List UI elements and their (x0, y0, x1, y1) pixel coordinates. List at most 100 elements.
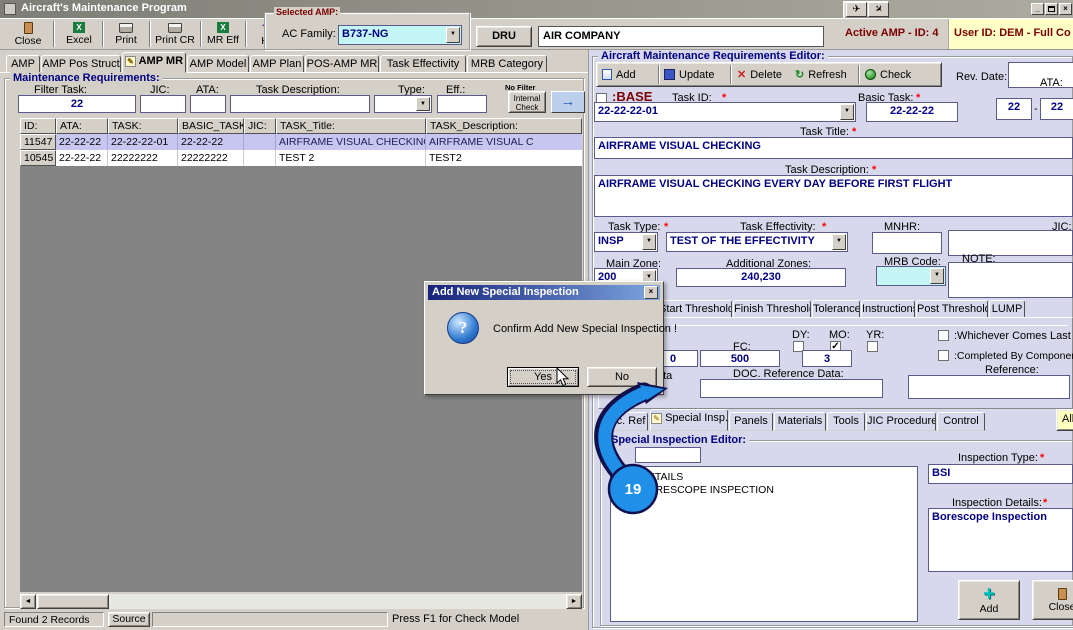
app-window: Aircraft's Maintenance Program ✈ ✈ _ × C… (0, 0, 1073, 630)
special-add-button[interactable]: + Add (958, 580, 1020, 620)
col-header-task-title[interactable]: TASK_Title: (276, 118, 426, 134)
tab-post-threshold[interactable]: Post Threshold (916, 300, 988, 318)
task-desc-field[interactable]: AIRFRAME VISUAL CHECKING EVERY DAY BEFOR… (594, 175, 1073, 217)
yr-checkbox[interactable] (867, 341, 878, 352)
doc-ref-field[interactable] (700, 379, 883, 398)
col-header-task[interactable]: TASK: (108, 118, 178, 134)
tab-amp[interactable]: AMP (6, 55, 40, 73)
excel-button[interactable]: X Excel (57, 20, 101, 48)
col-header-ata[interactable]: ATA: (56, 118, 108, 134)
tab-label: Control (943, 415, 979, 427)
dialog-title-bar[interactable]: Add New Special Inspection (428, 285, 660, 300)
whichever-checkbox[interactable] (938, 330, 949, 341)
tab-instructions[interactable]: Instructions (861, 300, 915, 318)
filter-jic-input[interactable] (140, 95, 186, 113)
minimize-button[interactable]: _ (1031, 3, 1044, 15)
tab-finish-threshold[interactable]: Finish Threshold (733, 300, 811, 318)
editor-refresh-button[interactable]: ↻ Refresh (795, 66, 857, 83)
editor-delete-button[interactable]: ✕ Delete (737, 66, 795, 83)
completed-checkbox[interactable] (938, 350, 949, 361)
filter-ata-input[interactable] (190, 95, 226, 113)
fc-field[interactable]: 500 (700, 350, 780, 367)
tab-tolerance[interactable]: Tolerance (812, 300, 860, 318)
inspection-type-field[interactable]: BSI (928, 464, 1073, 484)
tab-control[interactable]: Control (937, 412, 985, 431)
col-header-basic-task[interactable]: BASIC_TASK: (178, 118, 244, 134)
editor-update-button[interactable]: Update (664, 66, 726, 83)
filter-task-input[interactable]: 22 (18, 95, 136, 113)
mr-eff-button[interactable]: X MR Eff (203, 20, 243, 48)
toolbar-separator (53, 21, 55, 47)
excel-icon: X (73, 22, 85, 33)
tab-panels[interactable]: Panels (729, 412, 773, 431)
tab-materials[interactable]: Materials (774, 412, 826, 431)
mnhr-field[interactable] (872, 232, 942, 254)
tab-tools[interactable]: Tools (827, 412, 865, 431)
filter-type-combo[interactable]: ▼ (374, 95, 432, 113)
add-zones-field[interactable]: 240,230 (676, 268, 846, 287)
all-button[interactable]: All (1056, 409, 1073, 431)
close-window-button[interactable]: × (1059, 3, 1072, 15)
source-button[interactable]: Source (108, 612, 150, 627)
plane-button-1[interactable]: ✈ (846, 2, 867, 17)
restore-button[interactable] (1045, 3, 1058, 15)
ata-field-2[interactable]: 22 (1040, 98, 1073, 120)
plane-button-2[interactable]: ✈ (868, 2, 889, 17)
tab-amp-mr-active[interactable]: ✎ AMP MR (122, 52, 186, 73)
tab-amp-model[interactable]: AMP Model (187, 55, 249, 73)
close-button[interactable]: Close (6, 20, 50, 48)
filter-eff-input[interactable] (437, 95, 487, 113)
tab-amp-pos-struct[interactable]: AMP Pos Struct (41, 55, 121, 73)
combo-arrow-icon[interactable]: ▼ (832, 234, 846, 250)
print-cr-button[interactable]: Print CR (152, 20, 198, 48)
internal-check-button[interactable]: Internal Check (508, 91, 546, 113)
note-field[interactable] (948, 262, 1073, 298)
dru-button[interactable]: DRU (476, 26, 532, 47)
combo-arrow-icon[interactable]: ▼ (642, 234, 656, 250)
basic-task-field[interactable]: 22-22-22 (866, 102, 958, 122)
status-field (152, 612, 388, 627)
ata-label: ATA: (1040, 77, 1063, 89)
tab-mrb-category[interactable]: MRB Category (467, 55, 547, 73)
filter-desc-input[interactable] (230, 95, 370, 113)
mo-field[interactable]: 3 (802, 350, 852, 367)
col-header-jic[interactable]: JIC: (244, 118, 276, 134)
row-header-cell[interactable]: 10545 (20, 150, 56, 166)
task-type-combo[interactable]: INSP ▼ (594, 232, 658, 252)
ac-family-combo[interactable]: B737-NG ▼ (338, 25, 462, 45)
task-id-combo[interactable]: 22-22-22-01 ▼ (594, 102, 856, 122)
editor-check-button[interactable]: Check (865, 66, 923, 83)
print-button[interactable]: Print (105, 20, 147, 48)
scrollbar-thumb[interactable] (37, 594, 109, 609)
tab-pos-amp-mr[interactable]: POS-AMP MR (305, 55, 379, 73)
effectivity-combo[interactable]: TEST OF THE EFFECTIVITY ▼ (666, 232, 848, 252)
tab-jic-procedure[interactable]: JIC Procedure (866, 412, 936, 431)
tab-lump[interactable]: LUMP (989, 300, 1025, 318)
task-title-field[interactable]: AIRFRAME VISUAL CHECKING (594, 137, 1073, 159)
tab-task-effectivity[interactable]: Task Effectivity (380, 55, 466, 73)
editor-add-button[interactable]: Add (602, 66, 656, 83)
tab-label: Start Threshold (659, 303, 732, 315)
tab-amp-plan[interactable]: AMP Plan (250, 55, 304, 73)
scroll-right-button[interactable]: ► (566, 594, 582, 609)
ata-field-1[interactable]: 22 (996, 98, 1032, 120)
inspection-details-field[interactable]: Borescope Inspection (928, 508, 1073, 572)
col-header-task-description[interactable]: TASK_Description: (426, 118, 582, 134)
combo-arrow-icon[interactable]: ▼ (446, 27, 460, 43)
cell-ata: 22-22-22 (56, 134, 108, 150)
mrb-code-combo[interactable]: ▼ (876, 266, 946, 286)
plane-icon: ✈ (871, 2, 886, 17)
reference-field[interactable] (908, 375, 1070, 399)
combo-arrow-icon[interactable]: ▼ (930, 268, 944, 284)
row-header-cell[interactable]: 11547 (20, 134, 56, 150)
scroll-left-button[interactable]: ◄ (20, 594, 36, 609)
go-filter-button[interactable]: → (551, 91, 585, 113)
combo-arrow-icon[interactable]: ▼ (416, 97, 430, 111)
company-field[interactable]: AIR COMPANY (538, 26, 824, 47)
dialog-close-button[interactable]: × (644, 286, 658, 299)
special-close-button[interactable]: Close (1032, 580, 1073, 620)
tab-start-threshold[interactable]: Start Threshold (658, 300, 732, 318)
combo-arrow-icon[interactable]: ▼ (840, 104, 854, 120)
col-header-id[interactable]: ID: (20, 118, 56, 134)
cell-id: 11547 (24, 136, 53, 148)
